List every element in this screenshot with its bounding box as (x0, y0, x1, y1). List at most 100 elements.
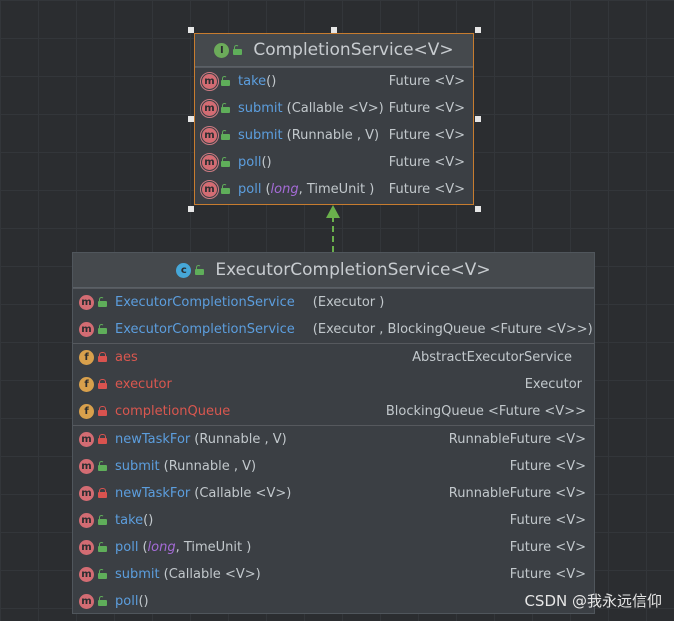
completion-service-header: I CompletionService<V> (195, 34, 473, 67)
public-lock-icon (98, 515, 107, 525)
method-params: (long, TimeUnit ) (265, 182, 375, 197)
private-lock-icon (98, 379, 107, 389)
method-params: () (143, 513, 154, 528)
public-lock-icon (233, 44, 243, 55)
public-lock-icon (98, 461, 107, 471)
field-icon: f (79, 350, 94, 365)
class-method-row[interactable]: m newTaskFor (Runnable , V) RunnableFutu… (73, 426, 594, 453)
constructor-name: ExecutorCompletionService (115, 322, 295, 337)
keyword-long: long (270, 182, 299, 197)
class-method-row[interactable]: m poll () Future <V> (73, 588, 594, 615)
method-name: submit (238, 101, 283, 116)
constructor-name: ExecutorCompletionService (115, 295, 295, 310)
field-icon: f (79, 377, 94, 392)
public-lock-icon (221, 76, 230, 86)
method-name: newTaskFor (115, 432, 191, 447)
selection-handle-middle-right[interactable] (475, 116, 481, 122)
executor-completion-service-header: c ExecutorCompletionService<V> (73, 253, 594, 288)
method-name: submit (115, 459, 160, 474)
method-return-type: Future <V> (509, 567, 586, 582)
field-name: executor (115, 377, 172, 392)
method-name: poll (115, 540, 139, 555)
selection-handle-bottom-left[interactable] (188, 206, 194, 212)
constructor-row[interactable]: m ExecutorCompletionService (Executor , … (73, 316, 594, 343)
class-method-row[interactable]: m submit (Runnable , V) Future <V> (73, 453, 594, 480)
method-params: () (138, 594, 149, 609)
selection-handle-bottom-right[interactable] (475, 206, 481, 212)
class-method-row[interactable]: m take () Future <V> (73, 507, 594, 534)
method-name: take (115, 513, 144, 528)
method-icon: m (79, 567, 94, 582)
method-name: newTaskFor (115, 486, 191, 501)
completion-service-title: CompletionService<V> (253, 40, 454, 60)
method-name: poll (115, 594, 139, 609)
interface-icon: I (214, 42, 230, 58)
method-params: (Callable <V>) (194, 486, 292, 501)
method-params: () (266, 74, 277, 89)
interface-method-row[interactable]: m take () Future <V> (195, 68, 473, 95)
field-row[interactable]: f completionQueue BlockingQueue <Future … (73, 398, 594, 425)
abstract-method-icon: m (200, 126, 219, 145)
class-method-row[interactable]: m poll (long, TimeUnit ) Future <V> (73, 534, 594, 561)
method-icon: m (79, 594, 94, 609)
method-params: (Runnable , V) (163, 459, 257, 474)
field-type: BlockingQueue <Future <V>> (385, 404, 586, 419)
method-return-type: RunnableFuture <V> (448, 486, 586, 501)
field-name: aes (115, 350, 138, 365)
private-lock-icon (98, 406, 107, 416)
private-lock-icon (98, 352, 107, 362)
method-icon: m (79, 295, 94, 310)
interface-methods-section: m take () Future <V> m submit (Callable … (195, 67, 473, 203)
method-return-type: Future <V> (509, 540, 586, 555)
method-icon: m (79, 432, 94, 447)
class-method-row[interactable]: m submit (Callable <V>) Future <V> (73, 561, 594, 588)
selection-handle-top-left[interactable] (188, 27, 194, 33)
public-lock-icon (221, 184, 230, 194)
constructor-params: (Executor , BlockingQueue <Future <V>>) (312, 322, 593, 337)
constructors-section: m ExecutorCompletionService (Executor ) … (73, 288, 594, 343)
field-row[interactable]: f executor Executor (73, 371, 594, 398)
method-icon: m (79, 486, 94, 501)
selection-handle-top-center[interactable] (331, 27, 337, 33)
method-return-type: Future <V> (388, 101, 465, 116)
interface-method-row[interactable]: m poll (long, TimeUnit ) Future <V> (195, 176, 473, 203)
constructor-row[interactable]: m ExecutorCompletionService (Executor ) (73, 289, 594, 316)
public-lock-icon (221, 157, 230, 167)
selection-handle-top-right[interactable] (475, 27, 481, 33)
class-method-row[interactable]: m newTaskFor (Callable <V>) RunnableFutu… (73, 480, 594, 507)
field-row[interactable]: f aes AbstractExecutorService (73, 344, 594, 371)
method-params: (Callable <V>) (163, 567, 261, 582)
method-params: (long, TimeUnit ) (142, 540, 252, 555)
method-icon: m (79, 322, 94, 337)
abstract-method-icon: m (200, 99, 219, 118)
field-type: Executor (524, 377, 582, 392)
interface-method-row[interactable]: m submit (Runnable , V) Future <V> (195, 122, 473, 149)
method-return-type: Future <V> (388, 74, 465, 89)
abstract-method-icon: m (200, 153, 219, 172)
private-lock-icon (98, 434, 107, 444)
method-return-type: RunnableFuture <V> (448, 432, 586, 447)
method-name: poll (238, 155, 262, 170)
csdn-watermark: CSDN @我永远信仰 (524, 592, 662, 610)
public-lock-icon (98, 324, 107, 334)
method-name: submit (115, 567, 160, 582)
method-params: (Runnable , V) (194, 432, 287, 447)
interface-method-row[interactable]: m poll () Future <V> (195, 149, 473, 176)
keyword-long: long (147, 540, 176, 555)
executor-completion-service-box[interactable]: c ExecutorCompletionService<V> m Executo… (72, 252, 595, 614)
method-return-type: Future <V> (509, 459, 586, 474)
method-name: poll (238, 182, 262, 197)
implements-arrow-line[interactable] (332, 216, 334, 252)
abstract-method-icon: m (200, 180, 219, 199)
completion-service-box[interactable]: I CompletionService<V> m take () Future … (194, 33, 474, 205)
method-return-type: Future <V> (388, 182, 465, 197)
method-return-type: Future <V> (509, 513, 586, 528)
executor-completion-service-title: ExecutorCompletionService<V> (215, 260, 491, 280)
public-lock-icon (221, 103, 230, 113)
public-lock-icon (98, 297, 107, 307)
selection-handle-middle-left[interactable] (188, 116, 194, 122)
method-return-type: Future <V> (388, 128, 465, 143)
method-icon: m (79, 513, 94, 528)
interface-method-row[interactable]: m submit (Callable <V>) Future <V> (195, 95, 473, 122)
method-icon: m (79, 459, 94, 474)
